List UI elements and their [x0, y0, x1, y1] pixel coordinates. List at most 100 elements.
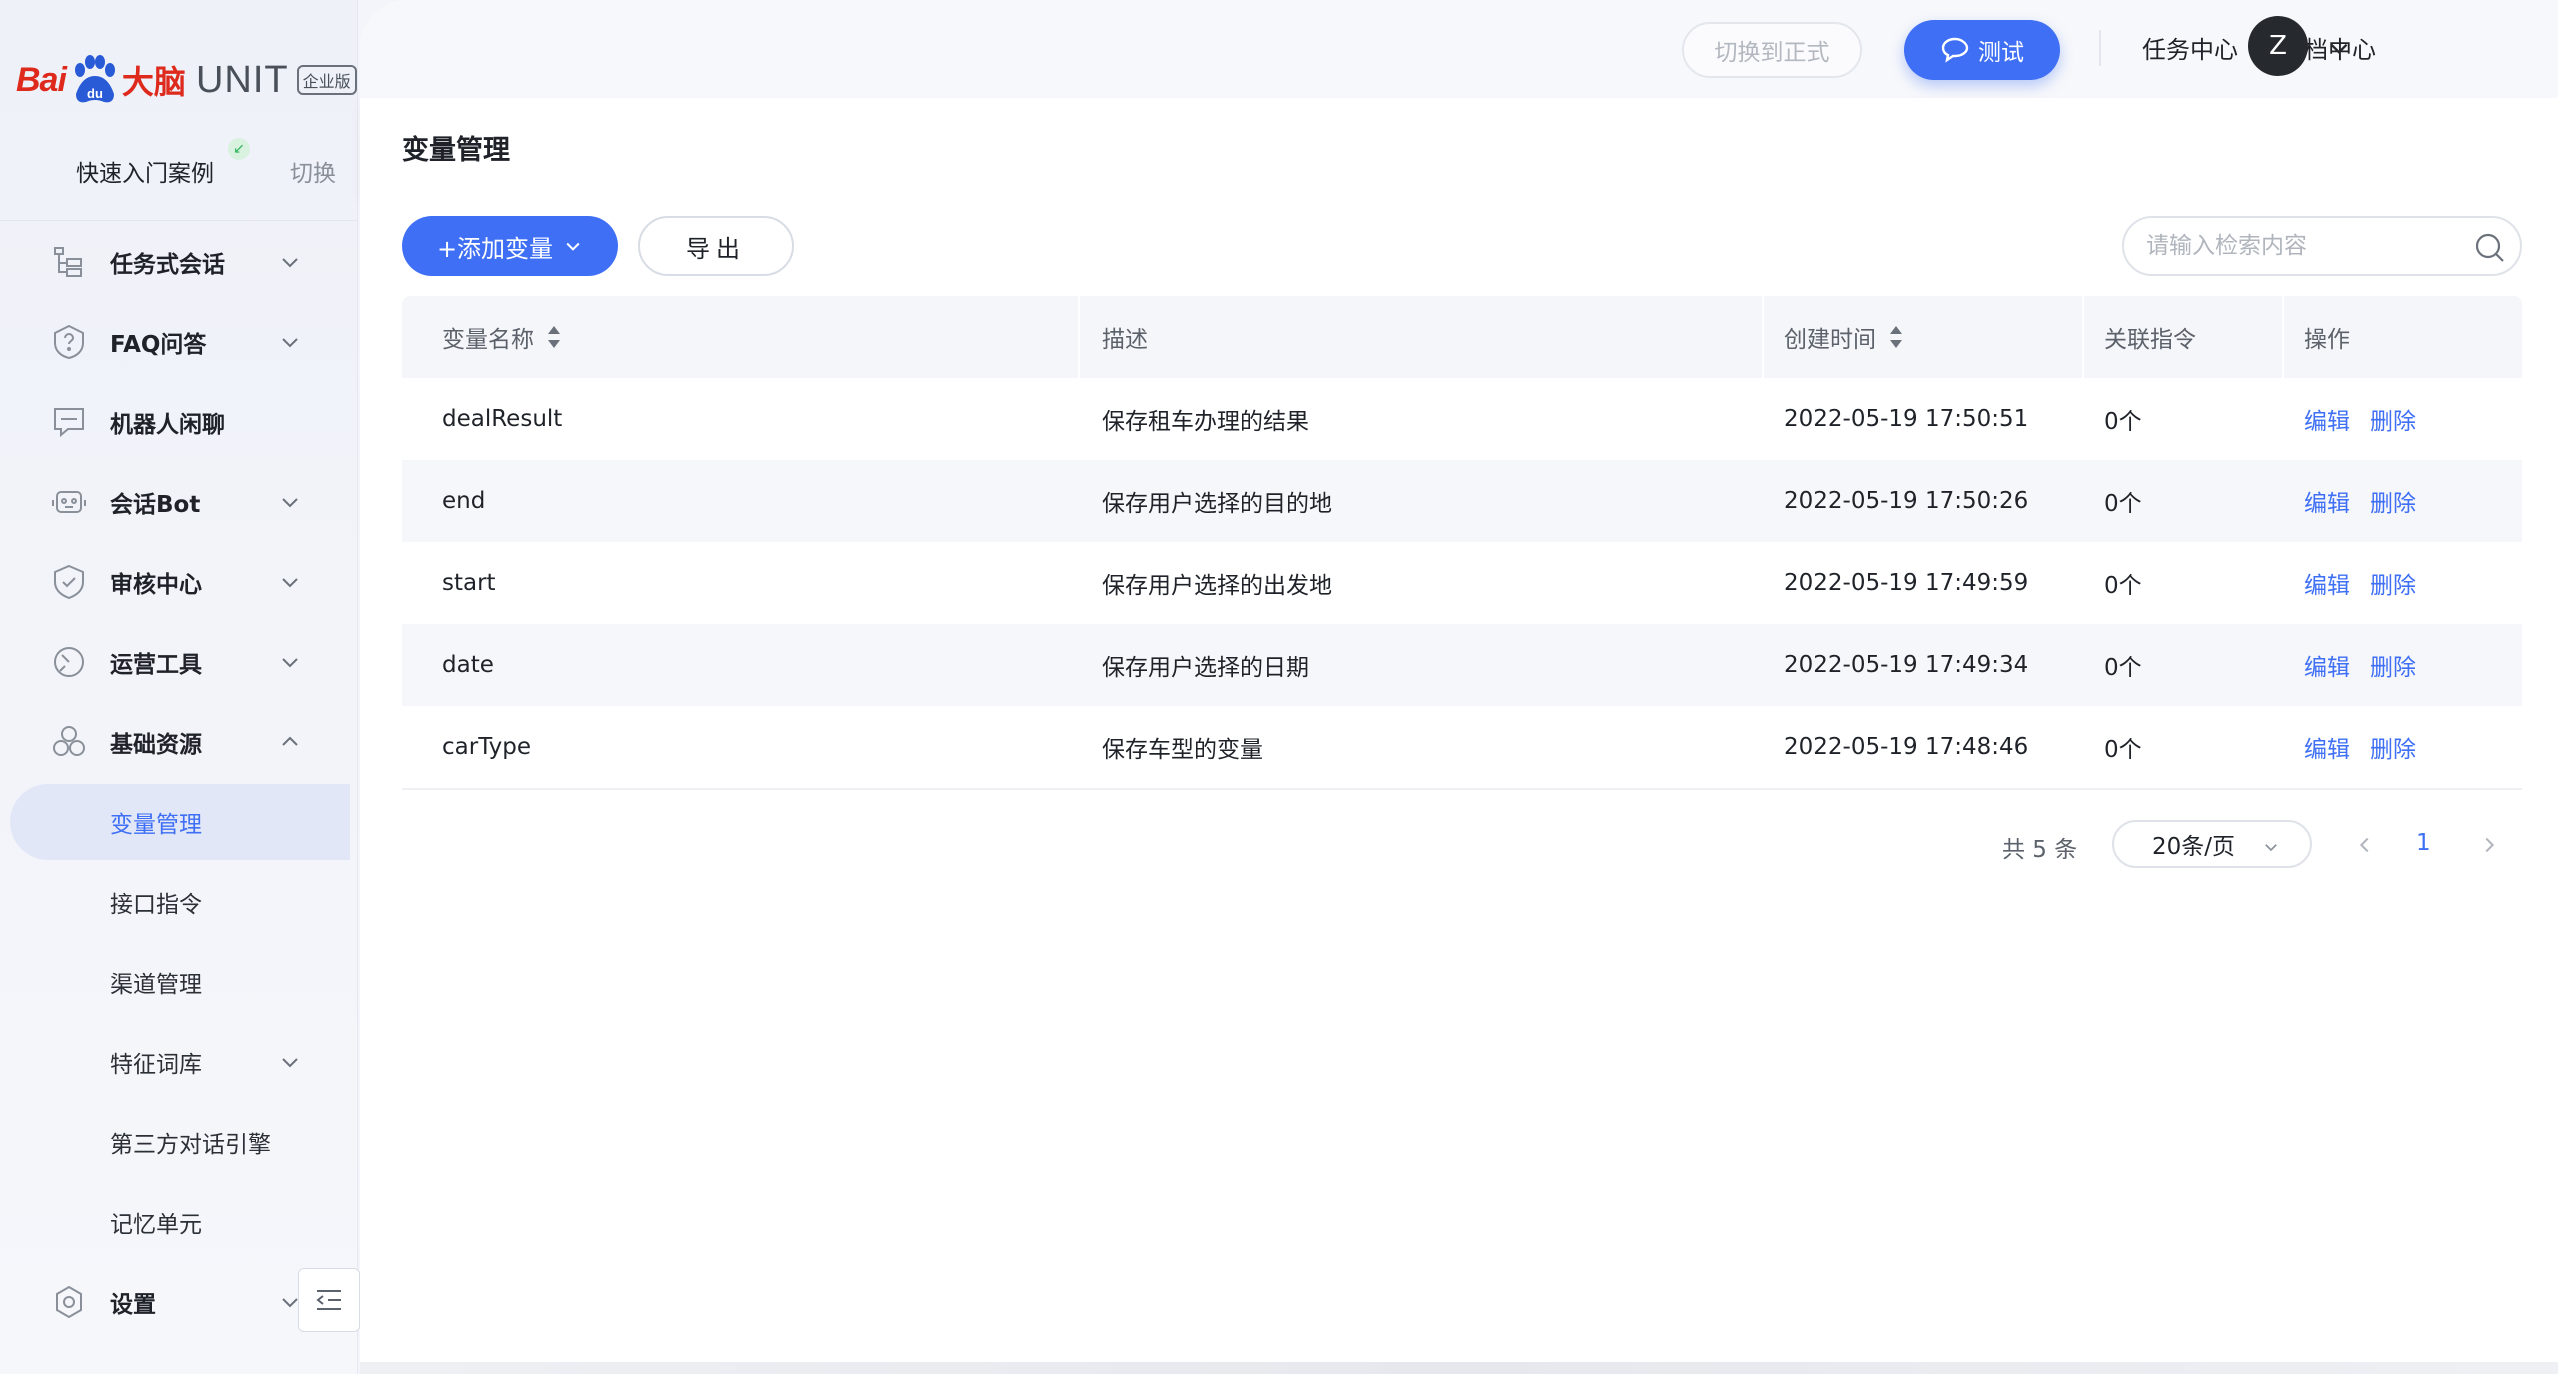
edit-link[interactable]: 编辑 — [2304, 402, 2350, 436]
variables-table: 变量名称 描述 创建时间 关联指令 操作 dealResult 保存租车办理的结… — [402, 296, 2522, 790]
table-row: start 保存用户选择的出发地 2022-05-19 17:49:59 0个 … — [402, 542, 2522, 624]
sidebar-subitem-third-party-engine[interactable]: 第三方对话引擎 — [0, 1102, 358, 1182]
chat-icon — [54, 408, 84, 438]
sidebar-menu: 任务式会话 FAQ问答 机器人闲聊 会话Bot 审核中心 运营工具 基础资源 变… — [0, 222, 358, 1342]
project-switch-link[interactable]: 切换 — [290, 154, 336, 188]
task-center-link[interactable]: 任务中心 — [2142, 30, 2238, 65]
sidebar-subitem-label: 变量管理 — [110, 812, 202, 838]
column-divider — [1762, 296, 1764, 378]
sidebar-item-label: 机器人闲聊 — [110, 412, 225, 438]
chevron-down-icon — [282, 498, 298, 508]
page-size-select[interactable]: 20条/页 — [2112, 820, 2312, 868]
brand-logo[interactable]: Bai du 大脑 UNIT 企业版 — [16, 50, 357, 110]
prev-page-icon[interactable] — [2354, 834, 2376, 856]
cell-count: 0个 — [2104, 409, 2142, 435]
project-selector: 快速入门案例 切换 — [0, 140, 358, 200]
cell-desc: 保存用户选择的日期 — [1102, 655, 1309, 681]
chevron-down-icon[interactable] — [2326, 36, 2352, 62]
column-header-label: 关联指令 — [2104, 327, 2196, 353]
column-divider — [1078, 296, 1080, 378]
gear-icon — [56, 1285, 82, 1319]
page-number[interactable]: 1 — [2416, 830, 2431, 856]
add-variable-button[interactable]: +添加变量 — [402, 216, 618, 276]
sidebar-item-review[interactable]: 审核中心 — [0, 542, 358, 622]
delete-link[interactable]: 删除 — [2370, 484, 2416, 518]
cell-desc: 保存车型的变量 — [1102, 737, 1263, 763]
sidebar-subitem-channels[interactable]: 渠道管理 — [0, 942, 358, 1022]
cell-desc: 保存租车办理的结果 — [1102, 409, 1309, 435]
logo-text-bai: Bai — [16, 60, 67, 99]
project-name[interactable]: 快速入门案例 — [76, 154, 214, 188]
cell-name: start — [442, 570, 496, 596]
edit-link[interactable]: 编辑 — [2304, 648, 2350, 682]
sidebar-item-label: 任务式会话 — [110, 252, 225, 278]
pin-icon[interactable]: ↙ — [228, 138, 250, 160]
sidebar-subitem-api-commands[interactable]: 接口指令 — [0, 862, 358, 942]
search-icon[interactable] — [2474, 232, 2506, 264]
column-header-desc: 描述 — [1102, 296, 1148, 378]
column-header-name[interactable]: 变量名称 — [442, 296, 562, 378]
cell-name: end — [442, 488, 486, 514]
table-bottom-border — [402, 788, 2522, 790]
table-header: 变量名称 描述 创建时间 关联指令 操作 — [402, 296, 2522, 378]
sidebar-item-chitchat[interactable]: 机器人闲聊 — [0, 382, 358, 462]
sort-icon[interactable] — [546, 324, 562, 350]
cell-actions: 编辑 删除 — [2304, 542, 2436, 624]
cell-desc: 保存用户选择的目的地 — [1102, 491, 1332, 517]
tree-icon — [54, 247, 82, 277]
top-bar: 切换到正式 测试 任务中心 文档中心 Z — [360, 0, 2558, 98]
cell-count: 0个 — [2104, 655, 2142, 681]
sidebar-subitem-variable-management[interactable]: 变量管理 — [0, 782, 358, 862]
column-header-label: 创建时间 — [1784, 327, 1876, 353]
switch-to-formal-button[interactable]: 切换到正式 — [1682, 22, 1862, 78]
sort-icon[interactable] — [1888, 324, 1904, 350]
cell-desc: 保存用户选择的出发地 — [1102, 573, 1332, 599]
test-button[interactable]: 测试 — [1904, 20, 2060, 80]
robot-icon — [52, 491, 86, 513]
sidebar-item-label: 会话Bot — [110, 492, 201, 518]
collapse-sidebar-button[interactable] — [298, 1268, 360, 1332]
edit-link[interactable]: 编辑 — [2304, 566, 2350, 600]
table-row: dealResult 保存租车办理的结果 2022-05-19 17:50:51… — [402, 378, 2522, 460]
sidebar-item-label: FAQ问答 — [110, 332, 207, 358]
cell-actions: 编辑 删除 — [2304, 624, 2436, 706]
main-panel: 切换到正式 测试 任务中心 文档中心 Z 变量管理 +添加变量 导出 请输入检索… — [360, 0, 2558, 1374]
column-header-label: 操作 — [2304, 327, 2350, 353]
chevron-up-icon — [282, 736, 298, 746]
table-row: carType 保存车型的变量 2022-05-19 17:48:46 0个 编… — [402, 706, 2522, 788]
cell-count: 0个 — [2104, 491, 2142, 517]
column-header-actions: 操作 — [2304, 296, 2350, 378]
sidebar-subitem-label: 记忆单元 — [110, 1212, 202, 1238]
content-area: +添加变量 导出 变量名称 描述 创建时间 — [360, 196, 2558, 1366]
chevron-down-icon — [2265, 844, 2277, 852]
export-button[interactable]: 导出 — [638, 216, 794, 276]
cell-count: 0个 — [2104, 573, 2142, 599]
next-page-icon[interactable] — [2478, 834, 2500, 856]
sidebar-subitem-feature-words[interactable]: 特征词库 — [0, 1022, 358, 1102]
cell-actions: 编辑 删除 — [2304, 460, 2436, 542]
cell-name: carType — [442, 734, 532, 760]
delete-link[interactable]: 删除 — [2370, 648, 2416, 682]
sidebar-subitem-memory-unit[interactable]: 记忆单元 — [0, 1182, 358, 1262]
sidebar-item-bot[interactable]: 会话Bot — [0, 462, 358, 542]
delete-link[interactable]: 删除 — [2370, 730, 2416, 764]
column-divider — [2282, 296, 2284, 378]
chevron-down-icon — [282, 578, 298, 588]
collapse-icon — [316, 1290, 341, 1310]
search-input[interactable] — [2146, 228, 2466, 264]
column-header-created[interactable]: 创建时间 — [1784, 296, 1904, 378]
delete-link[interactable]: 删除 — [2370, 566, 2416, 600]
sidebar-item-faq[interactable]: FAQ问答 — [0, 302, 358, 382]
pagination-total: 共 5 条 — [2002, 837, 2078, 863]
avatar[interactable]: Z — [2248, 16, 2308, 76]
delete-link[interactable]: 删除 — [2370, 402, 2416, 436]
cell-count: 0个 — [2104, 737, 2142, 763]
sidebar-item-task-dialog[interactable]: 任务式会话 — [0, 222, 358, 302]
gauge-icon — [54, 647, 84, 677]
sidebar-item-label: 审核中心 — [110, 572, 202, 598]
sidebar-item-base-resources[interactable]: 基础资源 — [0, 702, 358, 782]
edit-link[interactable]: 编辑 — [2304, 730, 2350, 764]
cell-time: 2022-05-19 17:48:46 — [1784, 734, 2029, 760]
sidebar-item-ops-tools[interactable]: 运营工具 — [0, 622, 358, 702]
edit-link[interactable]: 编辑 — [2304, 484, 2350, 518]
